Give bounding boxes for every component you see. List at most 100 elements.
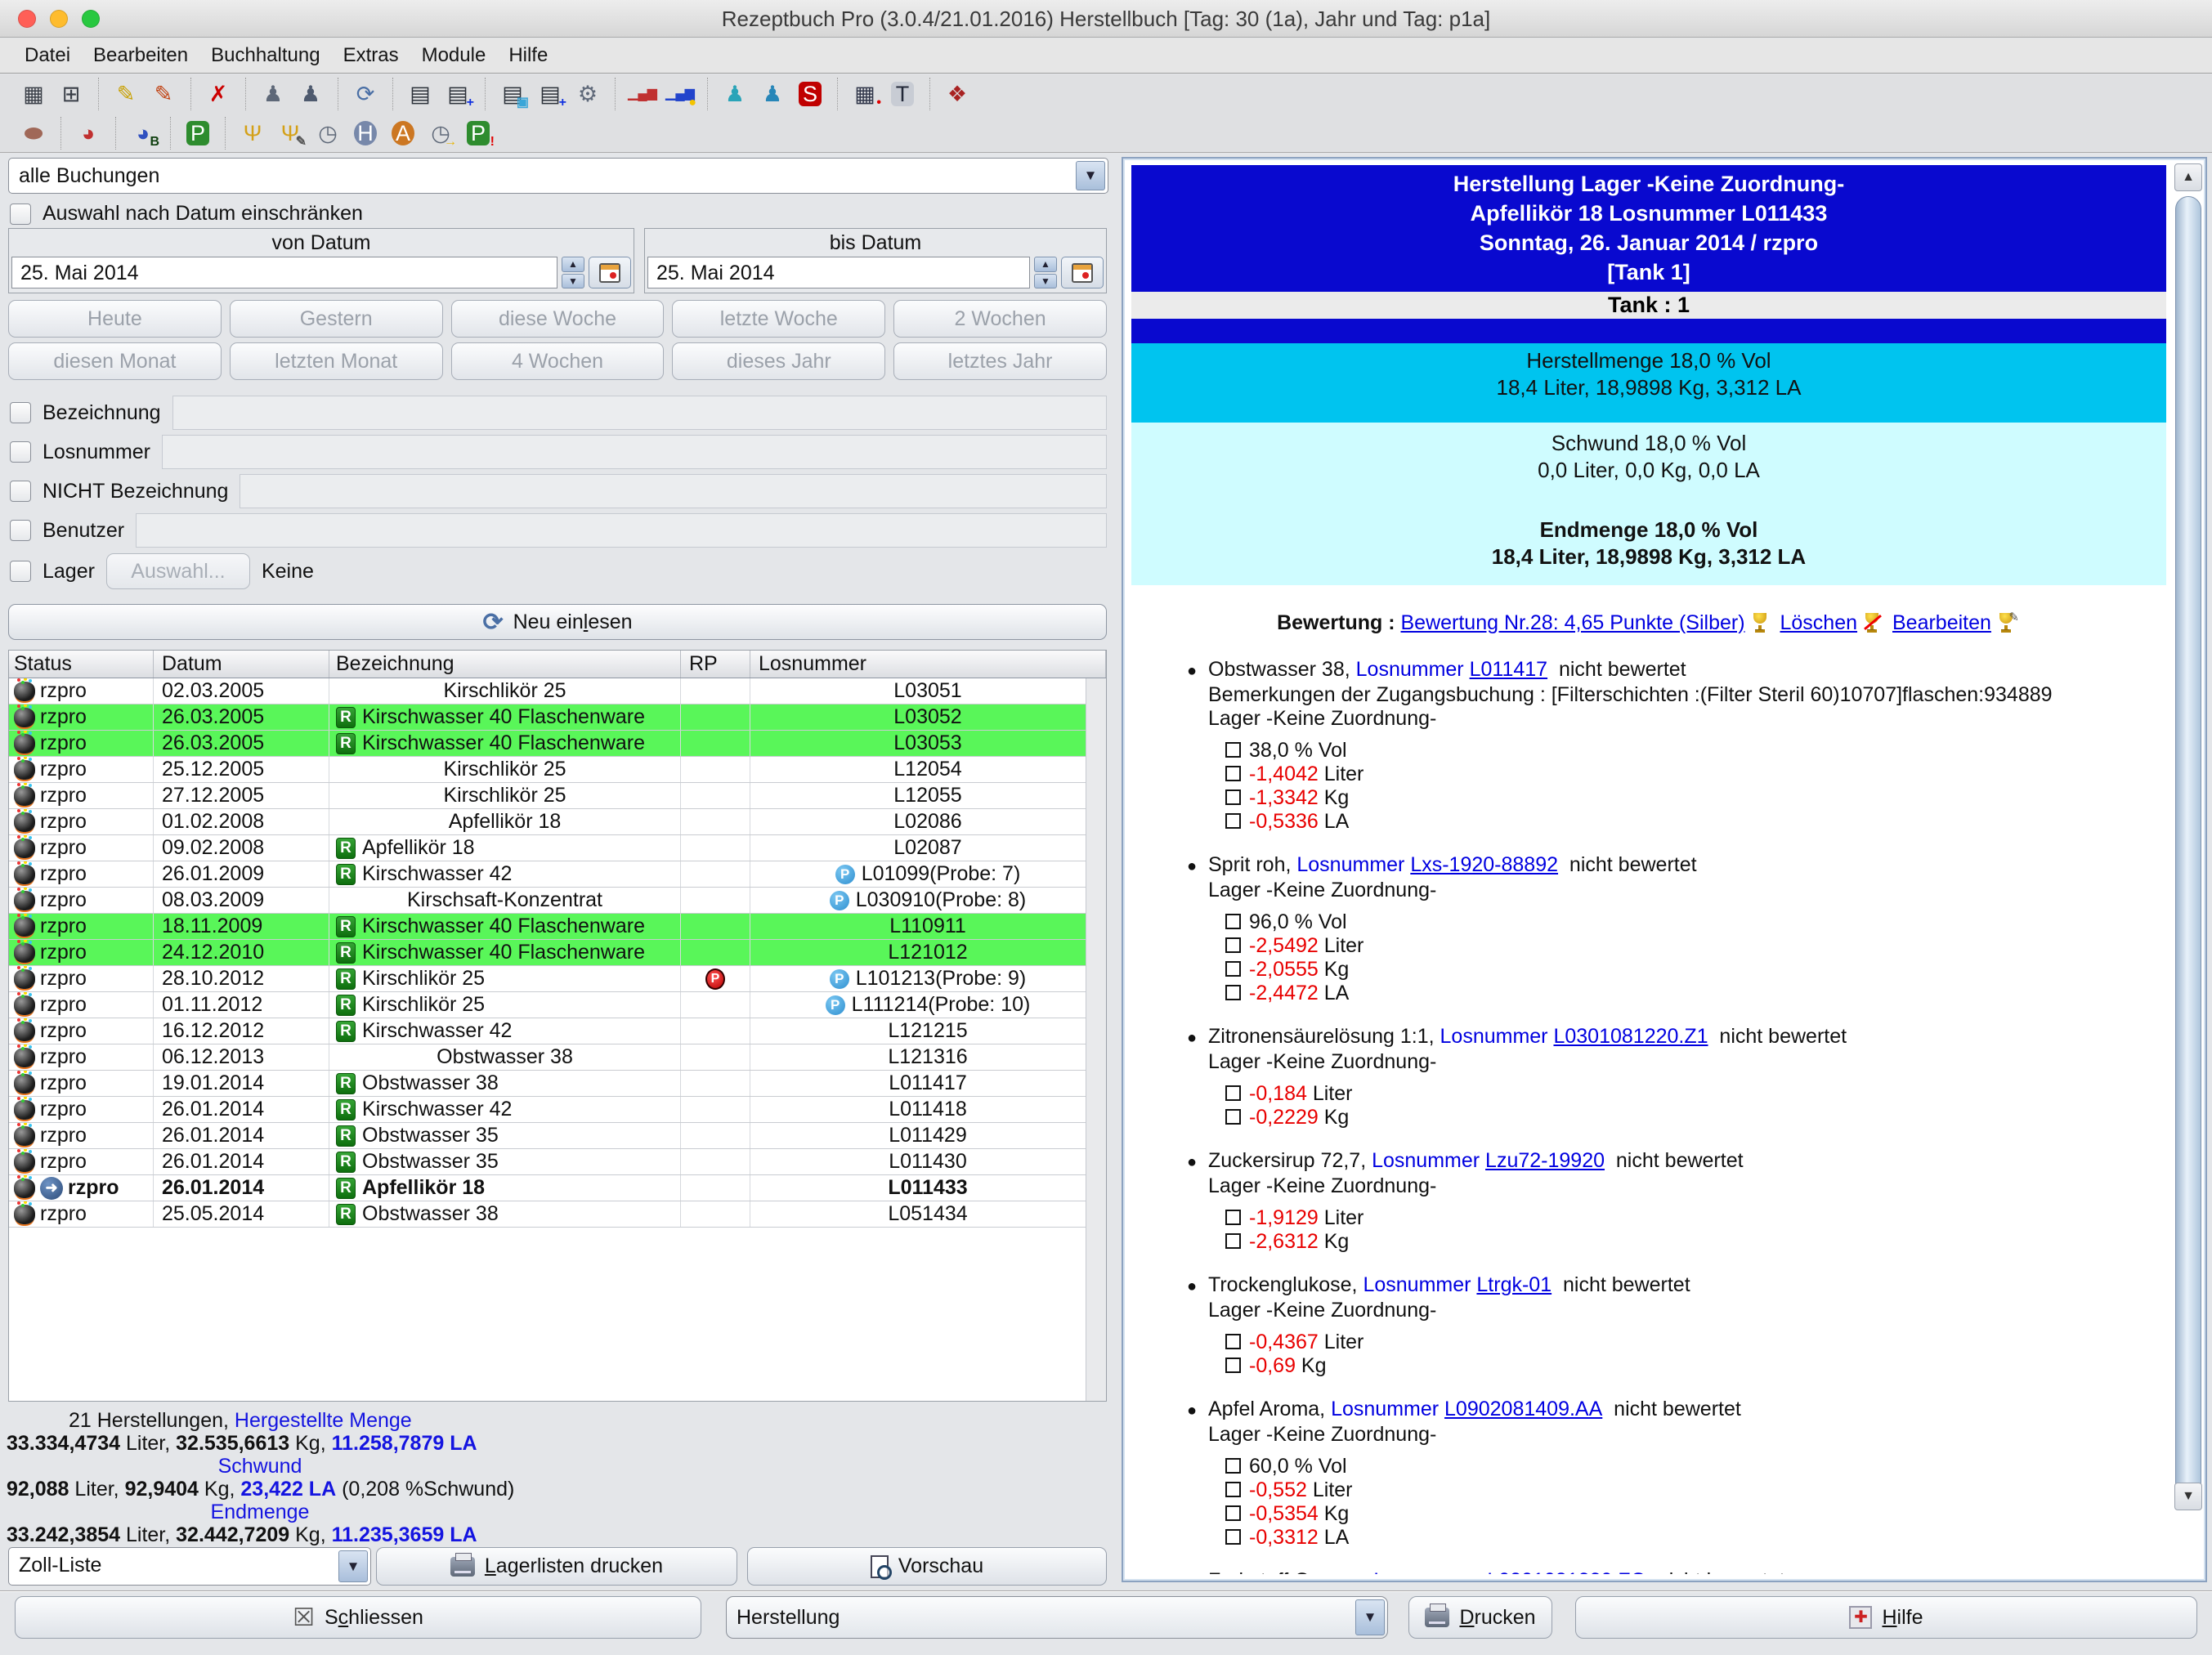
- pie-chart-icon[interactable]: ◕: [72, 118, 105, 149]
- value-checkbox[interactable]: [1225, 813, 1241, 829]
- table-row[interactable]: rzpro26.01.2014RKirschwasser 42L011418: [9, 1097, 1106, 1123]
- losnummer-link[interactable]: L0301081220.Z1: [1553, 1025, 1708, 1048]
- table-row[interactable]: rzpro27.12.2005Kirschlikör 25L12055: [9, 783, 1106, 809]
- list-type-dropdown[interactable]: Zoll-Liste ▼: [8, 1547, 371, 1586]
- menu-extras[interactable]: Extras: [332, 38, 410, 73]
- scroll-up-icon[interactable]: ▲: [2174, 163, 2202, 191]
- pencil-icon[interactable]: ✎: [110, 78, 142, 110]
- losnummer-link[interactable]: L011417: [1470, 658, 1547, 681]
- table-row[interactable]: rzpro26.01.2014RObstwasser 35L011429: [9, 1123, 1106, 1149]
- quick-range-4-wochen[interactable]: 4 Wochen: [451, 342, 665, 380]
- quick-range-letzte-woche[interactable]: letzte Woche: [672, 300, 885, 338]
- losnummer-link[interactable]: Ltrgk-01: [1476, 1273, 1552, 1296]
- table-row[interactable]: rzpro26.03.2005RKirschwasser 40 Flaschen…: [9, 731, 1106, 757]
- value-checkbox[interactable]: [1225, 1085, 1241, 1101]
- table-row[interactable]: rzpro01.11.2012RKirschlikör 25PL111214(P…: [9, 992, 1106, 1018]
- nicht-bezeichnung-input[interactable]: [240, 474, 1107, 508]
- clock-arrow-icon[interactable]: ◷→: [424, 118, 457, 149]
- value-checkbox[interactable]: [1225, 961, 1241, 977]
- menu-buchhaltung[interactable]: Buchhaltung: [199, 38, 331, 73]
- calculator-icon[interactable]: ▦•: [849, 78, 881, 110]
- chart-yellow-icon[interactable]: ▁▄▆●: [664, 78, 696, 110]
- spinner-up-icon[interactable]: ▲: [562, 257, 584, 272]
- table-row[interactable]: rzpro09.02.2008RApfellikör 18L02087: [9, 835, 1106, 861]
- value-checkbox[interactable]: [1225, 914, 1241, 929]
- quick-range-diese-woche[interactable]: diese Woche: [451, 300, 665, 338]
- table-scrollbar[interactable]: [1086, 678, 1106, 1401]
- detail-scrollbar[interactable]: ▲ ▼: [2174, 163, 2202, 1576]
- user-window-icon[interactable]: ♟: [294, 78, 327, 110]
- column-header-bezeichnung[interactable]: Bezeichnung: [329, 651, 681, 678]
- help-button[interactable]: Hilfe: [1575, 1596, 2197, 1639]
- quick-range-heute[interactable]: Heute: [8, 300, 222, 338]
- spinner-down-icon[interactable]: ▼: [562, 274, 584, 289]
- quick-range-diesen-monat[interactable]: diesen Monat: [8, 342, 222, 380]
- table-row[interactable]: rzpro24.12.2010RKirschwasser 40 Flaschen…: [9, 940, 1106, 966]
- bewertung-delete-link[interactable]: Löschen: [1780, 611, 1858, 634]
- from-date-calendar-button[interactable]: [589, 257, 631, 289]
- losnummer-link[interactable]: Lzu72-19920: [1485, 1149, 1605, 1172]
- table-row[interactable]: rzpro25.05.2014RObstwasser 38L051434: [9, 1201, 1106, 1228]
- table-row[interactable]: rzpro18.11.2009RKirschwasser 40 Flaschen…: [9, 914, 1106, 940]
- text-icon[interactable]: T: [886, 78, 919, 110]
- value-checkbox[interactable]: [1225, 1109, 1241, 1125]
- to-date-calendar-button[interactable]: [1061, 257, 1104, 289]
- losnummer-link[interactable]: L0301081220.FO: [1487, 1569, 1646, 1574]
- refresh-icon[interactable]: ⟳: [349, 78, 382, 110]
- bottle-alert-icon[interactable]: P!: [462, 118, 495, 149]
- window-clock-icon[interactable]: ⊞: [55, 78, 87, 110]
- booking-scope-dropdown[interactable]: alle Buchungen ▼: [8, 158, 1108, 194]
- spinner-down-icon[interactable]: ▼: [1034, 274, 1057, 289]
- benutzer-input[interactable]: [136, 513, 1107, 548]
- losnummer-input[interactable]: [162, 435, 1107, 469]
- lager-checkbox[interactable]: [10, 561, 31, 582]
- value-checkbox[interactable]: [1225, 1529, 1241, 1545]
- table-row[interactable]: rzpro08.03.2009Kirschsaft-KonzentratPL03…: [9, 888, 1106, 914]
- value-checkbox[interactable]: [1225, 1358, 1241, 1373]
- value-checkbox[interactable]: [1225, 1482, 1241, 1497]
- column-header-losnummer[interactable]: Losnummer: [750, 651, 1106, 678]
- bezeichnung-input[interactable]: [172, 396, 1107, 430]
- table-row[interactable]: rzpro06.12.2013Obstwasser 38L121316: [9, 1044, 1106, 1071]
- column-header-datum[interactable]: Datum: [154, 651, 329, 678]
- quick-range-dieses-jahr[interactable]: dieses Jahr: [672, 342, 885, 380]
- wrench-icon[interactable]: ⚙: [571, 78, 604, 110]
- value-checkbox[interactable]: [1225, 985, 1241, 1000]
- column-header-rp[interactable]: RP: [681, 651, 750, 678]
- value-checkbox[interactable]: [1225, 937, 1241, 953]
- cask-icon[interactable]: ⬬: [17, 118, 50, 149]
- quick-range-gestern[interactable]: Gestern: [230, 300, 443, 338]
- quick-range-letztes-jahr[interactable]: letztes Jahr: [893, 342, 1107, 380]
- date-restrict-checkbox[interactable]: [10, 204, 31, 225]
- a-circle-icon[interactable]: A: [387, 118, 419, 149]
- table-row[interactable]: rzpro26.01.2014RObstwasser 35L011430: [9, 1149, 1106, 1175]
- value-checkbox[interactable]: [1225, 742, 1241, 758]
- reload-button[interactable]: ⟳ Neu einlesen: [8, 604, 1107, 640]
- chevron-down-icon[interactable]: ▼: [1076, 161, 1105, 190]
- menu-datei[interactable]: Datei: [13, 38, 82, 73]
- table-row[interactable]: rzpro25.12.2005Kirschlikör 25L12054: [9, 757, 1106, 783]
- from-date-input[interactable]: 25. Mai 2014: [11, 257, 557, 289]
- menu-module[interactable]: Module: [410, 38, 498, 73]
- delete-icon[interactable]: ✗: [202, 78, 235, 110]
- bezeichnung-checkbox[interactable]: [10, 402, 31, 423]
- production-plan-icon[interactable]: ❖: [941, 78, 974, 110]
- print-button[interactable]: Drucken: [1408, 1596, 1552, 1639]
- value-checkbox[interactable]: [1225, 789, 1241, 805]
- column-header-status[interactable]: Status: [9, 651, 154, 678]
- table-row[interactable]: ➜rzpro26.01.2014RApfellikör 18L011433: [9, 1175, 1106, 1201]
- quick-range-letzten-monat[interactable]: letzten Monat: [230, 342, 443, 380]
- quick-range-2-wochen[interactable]: 2 Wochen: [893, 300, 1107, 338]
- document-icon[interactable]: ▤: [404, 78, 437, 110]
- table-row[interactable]: rzpro26.01.2009RKirschwasser 42PL01099(P…: [9, 861, 1106, 888]
- h-circle-icon[interactable]: H: [349, 118, 382, 149]
- table-row[interactable]: rzpro26.03.2005RKirschwasser 40 Flaschen…: [9, 704, 1106, 731]
- value-checkbox[interactable]: [1225, 1334, 1241, 1349]
- scroll-thumb[interactable]: [2175, 196, 2201, 1496]
- user-search-icon[interactable]: ♟: [719, 78, 751, 110]
- document-print-icon[interactable]: ▤▣: [496, 78, 529, 110]
- probe-bottle-icon[interactable]: P: [181, 118, 214, 149]
- clock-icon[interactable]: ◷: [311, 118, 344, 149]
- chevron-down-icon[interactable]: ▼: [1355, 1599, 1385, 1635]
- menu-bearbeiten[interactable]: Bearbeiten: [82, 38, 199, 73]
